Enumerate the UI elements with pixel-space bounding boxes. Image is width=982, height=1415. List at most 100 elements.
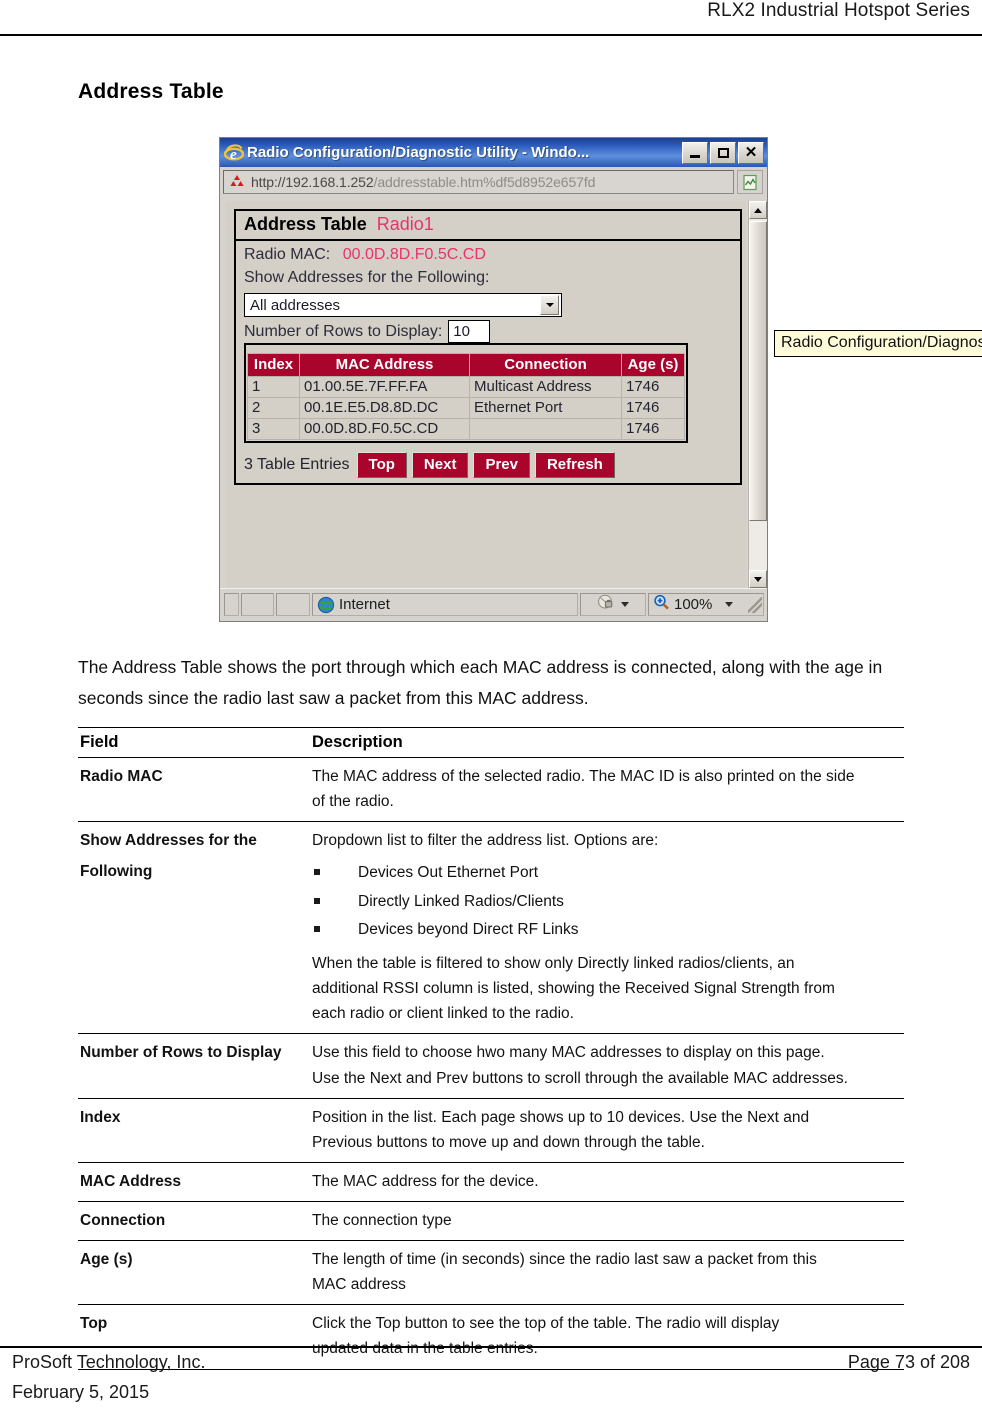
column-header-connection: Connection (469, 353, 622, 378)
panel-heading-text: Address Table (244, 214, 367, 234)
page-header-title: RLX2 Industrial Hotspot Series (707, 0, 970, 21)
list-item: Directly Linked Radios/Clients (312, 890, 900, 913)
doc-table-row: Number of Rows to Display Use this field… (78, 1034, 904, 1099)
statusbar-panel-1 (224, 593, 239, 616)
scroll-up-arrow-icon[interactable] (749, 201, 767, 219)
desc-line: The length of time (in seconds) since th… (312, 1251, 817, 1269)
svg-text:e: e (230, 147, 237, 163)
address-table-panel: Address Table Radio1 Radio MAC: 00.0D.8D… (234, 209, 742, 486)
chevron-down-icon[interactable] (725, 602, 734, 607)
cell-age: 1746 (621, 418, 685, 441)
table-entries-count: 3 Table Entries (244, 456, 350, 474)
chevron-down-icon[interactable] (540, 295, 559, 316)
security-zone-panel: Internet (312, 593, 578, 616)
address-filter-selected-value: All addresses (250, 296, 341, 314)
doc-field-description: Dropdown list to filter the address list… (310, 822, 904, 1034)
desc-line: additional RSSI column is listed, showin… (312, 980, 835, 998)
footer-divider-rule (0, 1346, 982, 1348)
page-running-header: RLX2 Industrial Hotspot Series (0, 0, 982, 32)
scrollbar-thumb[interactable] (749, 221, 767, 521)
desc-line: Click the Top button to see the top of t… (312, 1315, 780, 1333)
chevron-down-icon[interactable] (621, 602, 629, 607)
doc-field-description: Use this field to choose hwo many MAC ad… (310, 1034, 904, 1098)
desc-line: The MAC address for the device. (312, 1172, 539, 1190)
address-input[interactable]: http://192.168.1.252/addresstable.htm%df… (223, 170, 734, 194)
browser-statusbar: Internet 100% (220, 588, 767, 621)
browser-content-region: Address Table Radio1 Radio MAC: 00.0D.8D… (220, 197, 767, 588)
doc-field-name: MAC Address (80, 1172, 182, 1190)
desc-line: of the radio. (312, 793, 394, 811)
rows-to-display-input[interactable]: 10 (448, 320, 491, 344)
table-row: 3 00.0D.8D.F0.5C.CD 1746 (247, 418, 685, 441)
column-header-mac-address: MAC Address (299, 353, 470, 378)
refresh-button[interactable]: Refresh (534, 452, 615, 479)
column-header-age: Age (s) (621, 353, 685, 378)
window-titlebar: e Radio Configuration/Diagnostic Utility… (220, 138, 767, 167)
vertical-scrollbar[interactable] (748, 201, 767, 588)
page-footer: ProSoft Technology, Inc. Page 73 of 208 … (0, 1352, 982, 1403)
doc-table-header-row: Field Description (78, 727, 904, 758)
radio-mac-value: 00.0D.8D.F0.5C.CD (342, 246, 486, 263)
close-button[interactable]: ✕ (738, 141, 764, 164)
table-row: 1 01.00.5E.7F.FF.FA Multicast Address 17… (247, 376, 685, 399)
security-shield-icon (597, 593, 616, 616)
cell-age: 1746 (621, 376, 685, 399)
footer-company: ProSoft Technology, Inc. (12, 1352, 206, 1372)
rendered-page-viewport: Address Table Radio1 Radio MAC: 00.0D.8D… (226, 201, 746, 588)
top-button[interactable]: Top (356, 452, 407, 479)
header-divider-rule (0, 34, 982, 36)
doc-field-description: Position in the list. Each page shows up… (310, 1098, 904, 1162)
doc-column-header-description: Description (312, 733, 403, 751)
cell-mac-address: 01.00.5E.7F.FF.FA (299, 376, 470, 399)
url-host-part: http://192.168.1.252 (251, 174, 374, 190)
zoom-magnifier-icon (653, 594, 670, 615)
cell-connection (469, 418, 622, 441)
address-url-text: http://192.168.1.252/addresstable.htm%df… (251, 174, 595, 190)
list-item: Devices beyond Direct RF Links (312, 918, 900, 941)
page-refresh-icon[interactable] (737, 170, 763, 194)
browser-address-toolbar: http://192.168.1.252/addresstable.htm%df… (220, 167, 767, 197)
security-settings-panel[interactable] (580, 593, 646, 616)
desc-line: MAC address (312, 1276, 406, 1294)
zoom-control-panel[interactable]: 100% (648, 593, 764, 616)
url-path-part: /addresstable.htm%df5d8952e657fd (373, 174, 596, 190)
doc-field-name: Age (s) (80, 1251, 133, 1269)
doc-column-header-field: Field (80, 733, 119, 751)
table-row: 2 00.1E.E5.D8.8D.DC Ethernet Port 1746 (247, 397, 685, 420)
panel-radio-name: Radio1 (376, 214, 434, 234)
radio-mac-label: Radio MAC: (244, 246, 331, 263)
next-button[interactable]: Next (411, 452, 469, 479)
desc-line: Dropdown list to filter the address list… (312, 832, 659, 850)
window-control-buttons: ✕ (682, 141, 764, 164)
doc-table-row: Show Addresses for the Following Dropdow… (78, 822, 904, 1034)
desc-line: The MAC address of the selected radio. T… (312, 768, 855, 785)
scrollbar-track[interactable] (749, 219, 767, 570)
scroll-down-arrow-icon[interactable] (749, 570, 767, 588)
globe-icon (317, 596, 335, 614)
doc-table-row: Index Position in the list. Each page sh… (78, 1098, 904, 1163)
data-table-frame: Index MAC Address Connection Age (s) 1 0… (244, 343, 688, 444)
field-name-line2: Following (80, 863, 153, 881)
cell-index: 3 (247, 418, 300, 441)
cell-connection: Multicast Address (469, 376, 622, 399)
maximize-button[interactable] (710, 141, 736, 164)
table-header-row: Index MAC Address Connection Age (s) (247, 353, 685, 378)
window-title-text: Radio Configuration/Diagnostic Utility -… (247, 144, 590, 161)
browser-window-figure: e Radio Configuration/Diagnostic Utility… (219, 137, 982, 622)
doc-table-row: MAC Address The MAC address for the devi… (78, 1162, 904, 1202)
doc-field-name: Radio MAC (80, 768, 163, 785)
statusbar-panel-2 (241, 593, 274, 616)
address-filter-select[interactable]: All addresses (244, 293, 562, 318)
rows-to-display-row: Number of Rows to Display: 10 (244, 320, 734, 344)
desc-line: The connection type (312, 1211, 452, 1229)
statusbar-panel-3 (276, 593, 310, 616)
cell-index: 1 (247, 376, 300, 399)
prev-button[interactable]: Prev (473, 452, 530, 479)
minimize-button[interactable] (682, 141, 708, 164)
doc-field-name: Number of Rows to Display (80, 1044, 282, 1062)
zoom-level-label: 100% (674, 596, 713, 613)
list-item: Devices Out Ethernet Port (312, 861, 900, 884)
panel-heading: Address Table Radio1 (236, 211, 740, 241)
resize-grip-icon[interactable] (748, 596, 762, 613)
desc-line: Previous buttons to move up and down thr… (312, 1133, 705, 1151)
